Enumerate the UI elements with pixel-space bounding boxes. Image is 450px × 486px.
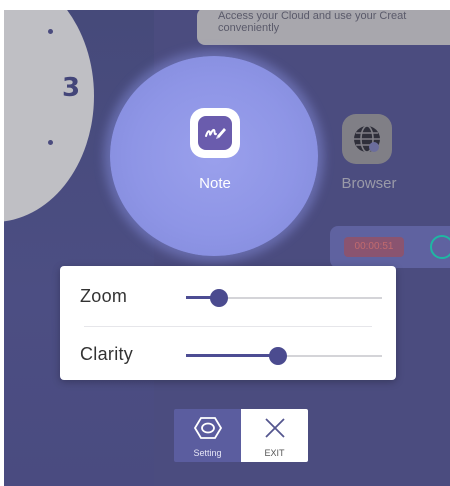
browser-app-button[interactable] bbox=[342, 114, 392, 164]
exit-button[interactable]: EXIT bbox=[241, 409, 308, 462]
exit-button-label: EXIT bbox=[264, 448, 285, 458]
close-x-icon bbox=[263, 416, 287, 444]
browser-app-label: Browser bbox=[341, 175, 397, 192]
notification-line-1: Access your Cloud and use your Creat bbox=[218, 10, 407, 22]
note-app-button[interactable] bbox=[190, 108, 240, 158]
zoom-label: Zoom bbox=[80, 286, 128, 306]
recording-timer[interactable]: 00:00:51 bbox=[330, 226, 450, 268]
note-app-label: Note bbox=[199, 175, 231, 192]
timer-play-icon[interactable] bbox=[430, 235, 450, 259]
dial-dot-top bbox=[48, 29, 53, 34]
setting-button[interactable]: Setting bbox=[174, 409, 241, 462]
clarity-slider-fill bbox=[186, 354, 278, 357]
note-pen-icon bbox=[198, 116, 232, 150]
display-settings-panel: Zoom Clarity bbox=[60, 266, 396, 380]
clarity-slider-thumb[interactable] bbox=[269, 347, 287, 365]
dial-dot-bottom bbox=[48, 140, 53, 145]
bottom-button-bar: Setting EXIT bbox=[174, 409, 308, 462]
dial-page-number: 3 bbox=[62, 73, 81, 103]
notification-line-2: conveniently bbox=[218, 22, 280, 34]
zoom-slider[interactable] bbox=[186, 286, 382, 310]
panel-divider bbox=[84, 326, 372, 327]
notification-banner[interactable]: Access your Cloud and use your Creat con… bbox=[197, 10, 450, 45]
setting-button-label: Setting bbox=[193, 448, 222, 458]
zoom-slider-thumb[interactable] bbox=[210, 289, 228, 307]
timer-display: 00:00:51 bbox=[344, 237, 404, 257]
clarity-slider[interactable] bbox=[186, 344, 382, 368]
globe-icon bbox=[350, 122, 384, 156]
clarity-label: Clarity bbox=[80, 344, 134, 364]
screen: 3 Access your Cloud and use your Creat c… bbox=[4, 10, 450, 486]
hexagon-settings-icon bbox=[193, 416, 222, 444]
